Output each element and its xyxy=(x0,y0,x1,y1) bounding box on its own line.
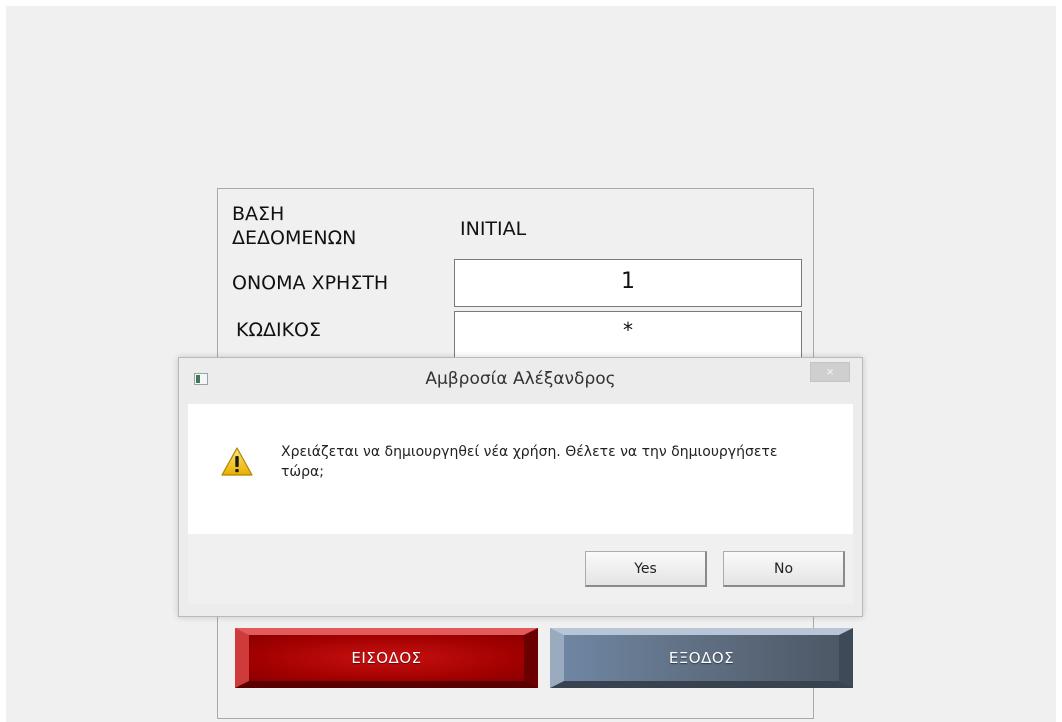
exit-button[interactable]: ΕΞΟΔΟΣ xyxy=(550,628,853,688)
dialog-body: Χρειάζεται να δημιουργηθεί νέα χρήση. Θέ… xyxy=(188,404,853,534)
enter-button[interactable]: ΕΙΣΟΔΟΣ xyxy=(235,628,538,688)
close-button[interactable]: × xyxy=(810,362,850,382)
dialog-message: Χρειάζεται να δημιουργηθεί νέα χρήση. Θέ… xyxy=(281,444,778,480)
no-button[interactable]: No xyxy=(723,551,845,587)
password-label: ΚΩΔΙΚΟΣ xyxy=(236,319,321,341)
enter-button-label: ΕΙΣΟΔΟΣ xyxy=(351,649,422,667)
dialog-title: Αμβροσία Αλέξανδρος xyxy=(425,369,616,389)
yes-button[interactable]: Yes xyxy=(585,551,707,587)
warning-icon xyxy=(221,447,253,476)
exit-button-label: ΕΞΟΔΟΣ xyxy=(668,649,735,667)
username-field[interactable]: 1 xyxy=(454,259,802,307)
username-label: ΟΝΟΜΑ ΧΡΗΣΤΗ xyxy=(232,272,389,294)
dialog-titlebar[interactable]: Αμβροσία Αλέξανδρος × xyxy=(179,358,862,402)
database-label: ΒΑΣΗ ΔΕΔΟΜΕΝΩΝ xyxy=(232,203,357,249)
close-icon: × xyxy=(826,364,834,379)
password-field[interactable]: * xyxy=(454,311,802,359)
no-button-label: No xyxy=(773,560,794,577)
yes-button-label: Yes xyxy=(634,560,657,577)
dialog-footer: Yes No xyxy=(188,534,853,604)
database-value: INITIAL xyxy=(460,218,527,240)
message-dialog: Αμβροσία Αλέξανδρος × Χρειάζεται να δημι… xyxy=(178,357,863,617)
